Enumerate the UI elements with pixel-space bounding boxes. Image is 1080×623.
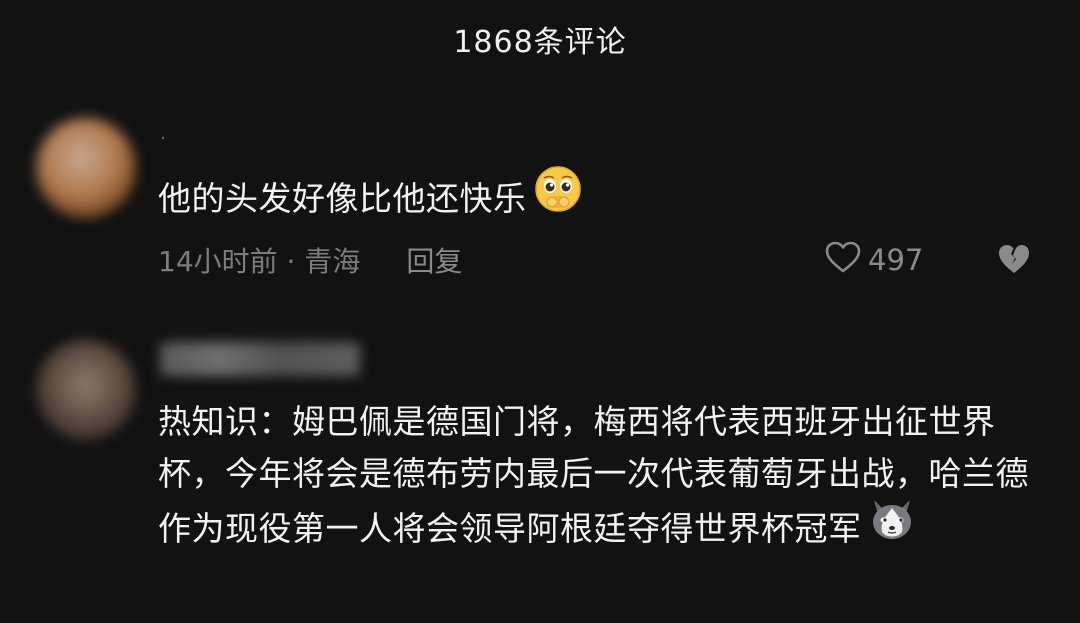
username[interactable]	[160, 342, 360, 376]
avatar[interactable]	[36, 340, 136, 440]
comment-count-title: 1868条评论	[453, 25, 627, 60]
like-count: 497	[868, 243, 924, 277]
comment-meta: 14小时前 · 青海 回复 497	[158, 238, 1038, 282]
pleading-face-emoji-icon	[533, 164, 583, 229]
avatar[interactable]	[36, 118, 136, 218]
husky-dog-emoji-icon	[868, 496, 916, 557]
comment-text: 热知识：姆巴佩是德国门将，梅西将代表西班牙出征世界杯，今年将会是德布劳内最后一次…	[158, 396, 1038, 561]
like-button[interactable]: 497	[824, 238, 923, 282]
comment-text: 他的头发好像比他还快乐	[158, 166, 583, 233]
broken-heart-icon[interactable]	[996, 242, 1032, 283]
comment-body: 他的头发好像比他还快乐	[158, 179, 527, 218]
heart-outline-icon	[824, 240, 862, 281]
username[interactable]: ·	[160, 128, 168, 149]
time-location: 14小时前 · 青海	[158, 245, 361, 278]
comments-header: 1868条评论	[0, 0, 1080, 78]
reply-button[interactable]: 回复	[406, 240, 462, 280]
